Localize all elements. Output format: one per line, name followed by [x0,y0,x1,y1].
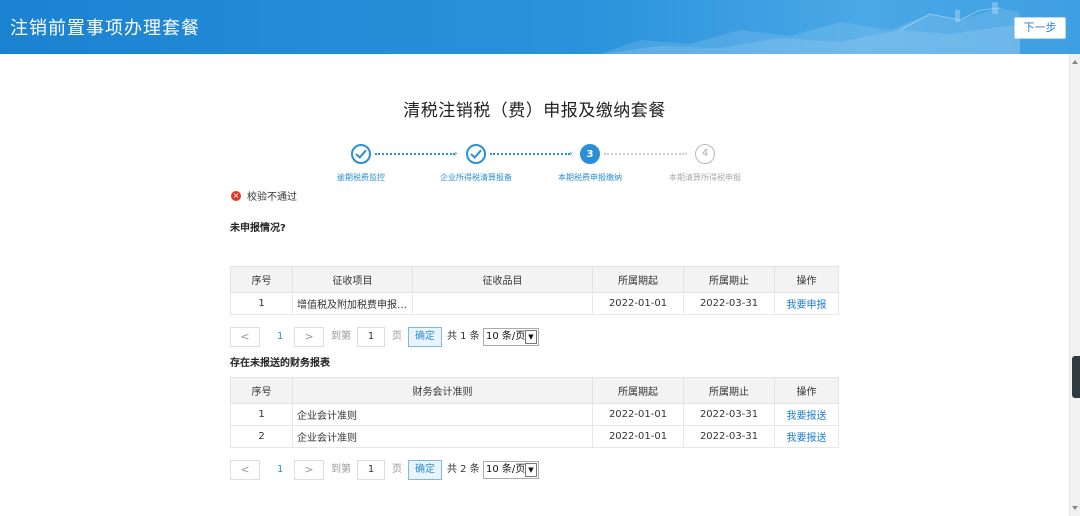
table-header-row: 序号 征收项目 征收品目 所属期起 所属期止 操作 [230,266,839,293]
column-header: 征收项目 [292,266,413,293]
cell-period-end: 2022-03-31 [683,292,775,315]
column-header: 操作 [774,266,839,293]
page-size-select[interactable]: 10 条/页 ▼ [483,461,539,479]
error-circle-icon: × [231,190,241,201]
page-size-select[interactable]: 10 条/页 ▼ [483,328,539,346]
validation-status-text: 校验不通过 [247,192,297,203]
table-row: 1 企业会计准则 2022-01-01 2022-03-31 我要报送 [230,403,839,426]
step-4-label: 本期清算所得税申报 [669,173,741,182]
financial-reports-table: 序号 财务会计准则 所属期起 所属期止 操作 1 企业会计准则 2022-01-… [230,377,839,448]
submit-report-link[interactable]: 我要报送 [787,411,827,422]
step-2-label: 企业所得税清算报备 [440,173,512,182]
cell-action: 我要报送 [774,425,839,448]
file-return-link[interactable]: 我要申报 [787,300,827,311]
next-page-button[interactable]: > [294,460,324,480]
chevron-right-icon: › [684,149,688,159]
cell-period-end: 2022-03-31 [683,425,775,448]
cell-period-start: 2022-01-01 [592,425,684,448]
unfiled-section-title: 未申报情况? [230,223,286,234]
page-number[interactable]: 1 [277,327,283,347]
cell-accounting-standard: 企业会计准则 [292,425,593,448]
cell-tax-category [412,292,593,315]
goto-label: 到第 [331,464,351,475]
scroll-down-icon[interactable] [1072,506,1078,510]
page-title: 清税注销税（费）申报及缴纳套餐 [403,101,666,121]
header-bar: 注销前置事项办理套餐 下一步 [0,0,1080,54]
unfiled-table: 序号 征收项目 征收品目 所属期起 所属期止 操作 1 增值税及附加税费申报表.… [230,266,839,315]
cell-index: 1 [230,292,293,315]
cell-action: 我要报送 [774,403,839,426]
chevron-right-icon: › [454,149,458,159]
step-3-marker: 3 [580,144,600,164]
prev-page-button[interactable]: < [230,327,260,347]
column-header: 序号 [230,266,293,293]
step-4-marker: 4 [695,144,715,164]
column-header: 所属期起 [592,266,684,293]
vertical-scrollbar[interactable] [1069,54,1080,516]
step-1-label: 逾期税费监控 [337,173,385,182]
chevron-down-icon: ▼ [525,463,537,477]
total-count: 共 2 条 [447,464,480,475]
goto-label: 到第 [331,331,351,342]
scroll-up-icon[interactable] [1072,60,1078,64]
page-input[interactable]: 1 [357,327,385,347]
chevron-down-icon: ▼ [525,330,537,344]
cell-index: 2 [230,425,293,448]
cell-period-start: 2022-01-01 [592,403,684,426]
page-size-value: 10 条/页 [486,464,526,475]
step-1-check-icon [351,144,371,164]
prev-page-button[interactable]: < [230,460,260,480]
cell-index: 1 [230,403,293,426]
table-row: 1 增值税及附加税费申报表... 2022-01-01 2022-03-31 我… [230,292,839,315]
column-header: 操作 [774,377,839,404]
step-3-label: 本期税费申报缴纳 [558,173,622,182]
cell-action: 我要申报 [774,292,839,315]
step-connector [604,153,684,155]
pagination: < 1 > 到第 1 页 确定 共 1 条 10 条/页 ▼ [230,327,550,347]
column-header: 所属期止 [683,377,775,404]
step-connector [375,153,455,155]
unsubmitted-reports-title: 存在未报送的财务报表 [230,358,330,369]
cell-accounting-standard: 企业会计准则 [292,403,593,426]
goto-confirm-button[interactable]: 确定 [408,327,442,347]
progress-stepper: › 逾期税费监控 › 企业所得税清算报备 3 › 本期税费申报缴纳 4 本期清算… [330,142,750,182]
step-2-check-icon [466,144,486,164]
chevron-right-icon: › [569,149,573,159]
table-header-row: 序号 财务会计准则 所属期起 所属期止 操作 [230,377,839,404]
column-header: 所属期止 [683,266,775,293]
next-step-button[interactable]: 下一步 [1014,17,1066,39]
page-input[interactable]: 1 [357,460,385,480]
page-unit-label: 页 [392,331,402,342]
total-count: 共 1 条 [447,331,480,342]
column-header: 序号 [230,377,293,404]
goto-confirm-button[interactable]: 确定 [408,460,442,480]
cell-period-end: 2022-03-31 [683,403,775,426]
side-panel-handle[interactable] [1072,356,1080,398]
page-number[interactable]: 1 [277,460,283,480]
app-title: 注销前置事项办理套餐 [10,18,200,39]
table-row: 2 企业会计准则 2022-01-01 2022-03-31 我要报送 [230,425,839,448]
cell-tax-item: 增值税及附加税费申报表... [292,292,413,315]
pagination: < 1 > 到第 1 页 确定 共 2 条 10 条/页 ▼ [230,460,550,480]
column-header: 财务会计准则 [292,377,593,404]
next-page-button[interactable]: > [294,327,324,347]
column-header: 征收品目 [412,266,593,293]
step-connector [490,153,570,155]
submit-report-link[interactable]: 我要报送 [787,433,827,444]
cell-period-start: 2022-01-01 [592,292,684,315]
page-unit-label: 页 [392,464,402,475]
page-size-value: 10 条/页 [486,331,526,342]
validation-status: × 校验不通过 [231,188,297,203]
column-header: 所属期起 [592,377,684,404]
great-wall-decoration [600,2,1020,54]
